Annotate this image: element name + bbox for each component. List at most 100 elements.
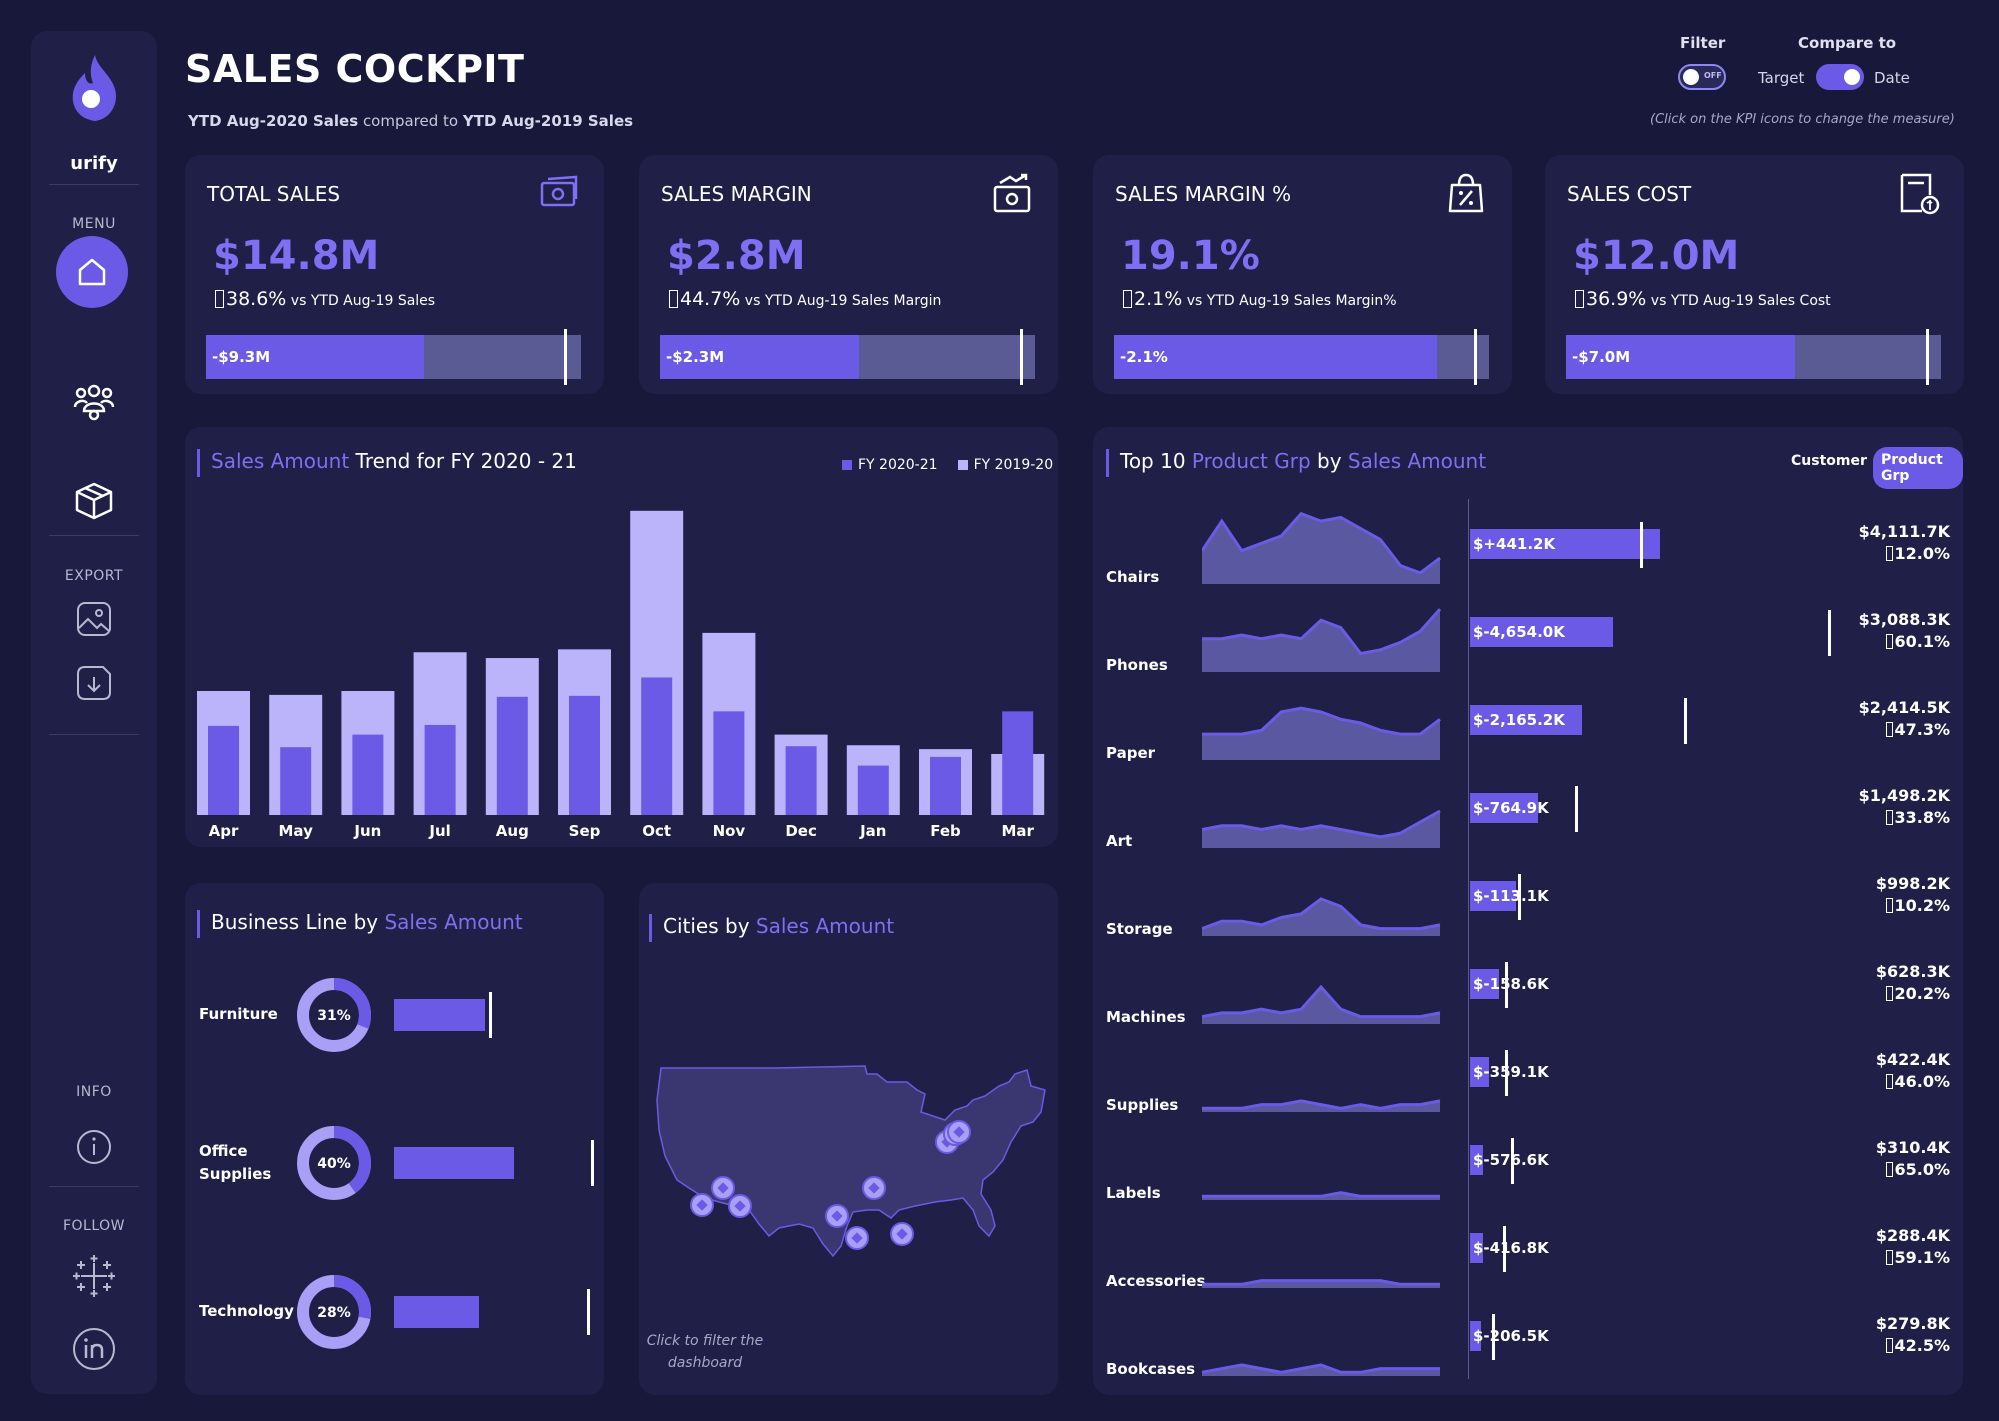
products-button[interactable]	[64, 476, 124, 526]
business-line-donut[interactable]: 28%	[294, 1272, 374, 1352]
bar-fy2020-21[interactable]	[1002, 711, 1034, 815]
product-sparkline[interactable]	[1202, 676, 1442, 764]
kpi-title: SALES MARGIN %	[1115, 182, 1292, 206]
product-amount-pct: 20.2%	[1810, 983, 1950, 1005]
product-amount-pct: 47.3%	[1810, 719, 1950, 741]
compare-toggle[interactable]	[1816, 64, 1864, 90]
kpi-delta-text: vs YTD Aug-19 Sales	[286, 293, 436, 309]
product-sparkline[interactable]	[1202, 1292, 1442, 1380]
bar-fy2020-21[interactable]	[641, 677, 673, 815]
bar-fy2020-21[interactable]	[208, 725, 239, 815]
top10-title-hl1: Product Grp	[1191, 449, 1311, 473]
missing-glyph-icon	[1886, 546, 1894, 561]
bar-fy2020-21[interactable]	[785, 746, 817, 815]
export-download-button[interactable]	[74, 663, 114, 703]
product-sparkline[interactable]	[1202, 1028, 1442, 1116]
sidebar-divider	[49, 1186, 139, 1187]
kpi-delta-value: 38.6%	[226, 288, 287, 310]
us-map[interactable]	[655, 1060, 1055, 1280]
product-amount: $310.4K 65.0%	[1810, 1137, 1950, 1181]
bar-fy2020-21[interactable]	[424, 724, 456, 815]
x-tick-label: Jun	[354, 822, 382, 840]
product-diff-label: $-206.5K	[1473, 1327, 1549, 1345]
kpi-icon-button[interactable]	[536, 171, 580, 215]
bar-fy2020-21[interactable]	[280, 747, 312, 815]
missing-glyph-icon	[1886, 1338, 1894, 1353]
missing-glyph-icon	[1886, 722, 1894, 737]
product-sparkline[interactable]	[1202, 764, 1442, 852]
business-line-bar[interactable]	[394, 1296, 479, 1328]
us-map-shape	[656, 1065, 1046, 1258]
export-image-button[interactable]	[74, 599, 114, 639]
kpi-gap-label: -$7.0M	[1572, 348, 1631, 366]
info-button[interactable]	[74, 1127, 114, 1167]
product-diff-label: $-113.1K	[1473, 887, 1549, 905]
kpi-title: TOTAL SALES	[207, 182, 341, 206]
kpi-delta: 36.9% vs YTD Aug-19 Sales Cost	[1575, 288, 1831, 310]
product-amount: $2,414.5K 47.3%	[1810, 697, 1950, 741]
trend-legend: FY 2020-21 FY 2019-20	[842, 457, 1053, 473]
x-tick-label: Aug	[495, 822, 529, 840]
product-pct-value: 10.2%	[1894, 896, 1950, 915]
donut-percent: 28%	[317, 1305, 351, 1321]
kpi-icon-button[interactable]	[1444, 171, 1488, 215]
product-group-label: Art	[1106, 832, 1133, 850]
product-pct-value: 20.2%	[1894, 984, 1950, 1003]
filter-toggle[interactable]: OFF	[1678, 64, 1726, 90]
product-sparkline[interactable]	[1202, 940, 1442, 1028]
business-line-donut[interactable]: 40%	[294, 1123, 374, 1203]
bar-axis-line	[1468, 499, 1469, 1379]
money-growth-icon	[993, 173, 1031, 213]
product-amount: $422.4K 46.0%	[1810, 1049, 1950, 1093]
business-line-bar[interactable]	[394, 999, 486, 1031]
home-icon	[78, 258, 106, 286]
bar-fy2020-21[interactable]	[930, 756, 961, 815]
tab-customer[interactable]: Customer	[1791, 453, 1867, 469]
business-line-bar[interactable]	[394, 1147, 514, 1179]
product-group-label: Storage	[1106, 920, 1173, 938]
bar-fy2020-21[interactable]	[857, 765, 889, 815]
kpi-card: SALES MARGIN $2.8M 44.7% vs YTD Aug-19 Sal…	[639, 155, 1058, 394]
missing-glyph-icon	[1886, 1074, 1894, 1089]
kpi-progress-bar: -$7.0M	[1566, 329, 1941, 385]
filter-toggle-state: OFF	[1704, 71, 1722, 80]
linkedin-icon	[73, 1328, 115, 1370]
bar-fy2020-21[interactable]	[569, 695, 600, 815]
customers-button[interactable]	[64, 376, 124, 426]
linkedin-profile-link[interactable]	[72, 1327, 116, 1371]
product-sparkline[interactable]	[1202, 852, 1442, 940]
sparkline-area	[1202, 513, 1440, 584]
product-diff-label: $-359.1K	[1473, 1063, 1549, 1081]
missing-glyph-icon	[215, 290, 224, 308]
tab-product-grp[interactable]: Product Grp	[1873, 447, 1963, 489]
product-amount-pct: 33.8%	[1810, 807, 1950, 829]
x-tick-label: Oct	[642, 822, 672, 840]
product-amount-pct: 60.1%	[1810, 631, 1950, 653]
business-line-donut[interactable]: 31%	[294, 975, 374, 1055]
bar-fy2020-21[interactable]	[496, 696, 528, 815]
product-sparkline[interactable]	[1202, 1116, 1442, 1204]
sidebar-divider	[49, 535, 139, 536]
tableau-profile-link[interactable]	[71, 1253, 117, 1299]
kpi-value: $14.8M	[213, 233, 380, 279]
x-tick-label: Dec	[785, 822, 817, 840]
sales-trend-chart	[197, 510, 1045, 815]
product-diff-label: $-4,654.0K	[1473, 623, 1565, 641]
product-group-label: Bookcases	[1106, 1360, 1196, 1378]
kpi-delta: 44.7% vs YTD Aug-19 Sales Margin	[669, 288, 941, 310]
kpi-icon-button[interactable]	[990, 171, 1034, 215]
kpi-icon-button[interactable]	[1896, 171, 1940, 215]
sparkline-area	[1202, 1100, 1440, 1112]
bar-fy2020-21[interactable]	[352, 734, 384, 815]
bar-fy2020-21[interactable]	[713, 711, 745, 815]
cities-title-highlight: Sales Amount	[755, 914, 895, 938]
product-diff-label: $-576.6K	[1473, 1151, 1549, 1169]
product-sparkline[interactable]	[1202, 588, 1442, 676]
kpi-target-marker	[1926, 329, 1929, 385]
product-sparkline[interactable]	[1202, 500, 1442, 588]
home-button[interactable]	[56, 236, 128, 308]
tableau-icon	[73, 1255, 115, 1297]
product-sparkline[interactable]	[1202, 1204, 1442, 1292]
legend-swatch-prior	[957, 460, 968, 470]
missing-glyph-icon	[1886, 1162, 1894, 1177]
